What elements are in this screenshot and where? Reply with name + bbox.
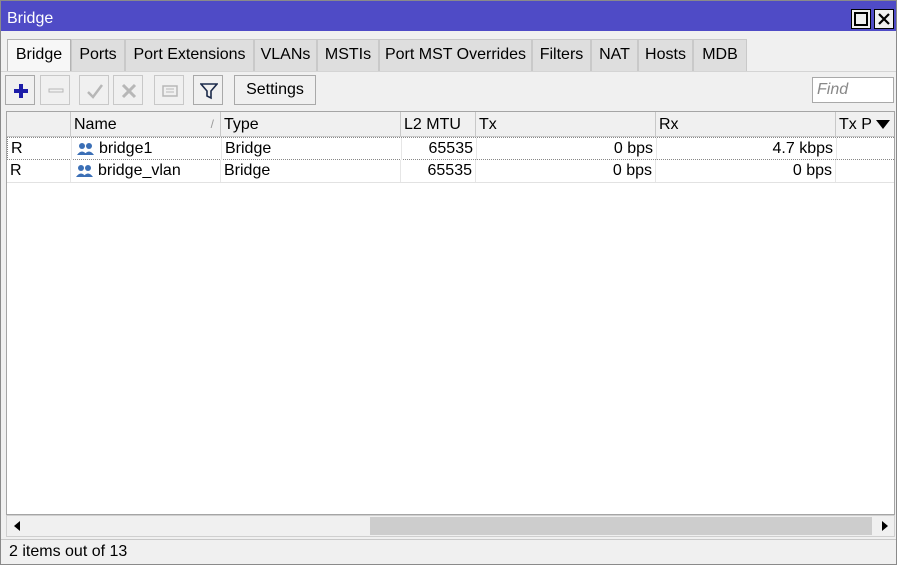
close-button[interactable]	[874, 9, 894, 29]
row-rx: 0 bps	[656, 160, 836, 182]
row-name-cell: bridge1	[72, 138, 222, 160]
row-l2mtu: 65535	[402, 138, 477, 160]
comment-icon	[162, 85, 178, 97]
tab-ports[interactable]: Ports	[71, 39, 125, 71]
remove-button[interactable]	[40, 75, 70, 105]
column-tx-packets[interactable]: Tx Pa	[836, 112, 872, 137]
dropdown-arrow-icon	[876, 120, 890, 129]
window-title: Bridge	[7, 10, 54, 27]
bridge-window: Bridge Bridge Ports Port Extensions VLAN…	[0, 0, 897, 565]
row-flag: R	[7, 160, 71, 182]
column-name[interactable]: Name /	[71, 112, 221, 137]
column-l2mtu[interactable]: L2 MTU	[401, 112, 476, 137]
table-row[interactable]: R bridge1 Bridge 65535 0 bps 4.7 kbps	[7, 137, 894, 160]
tab-mdb[interactable]: MDB	[693, 39, 747, 71]
add-icon	[14, 84, 28, 98]
row-type: Bridge	[222, 138, 402, 160]
bridge-table: Name / Type L2 MTU Tx Rx Tx Pa R bridge1…	[6, 111, 895, 515]
column-rx[interactable]: Rx	[656, 112, 836, 137]
comment-button[interactable]	[154, 75, 184, 105]
bridge-icon	[77, 143, 94, 155]
enable-button[interactable]	[79, 75, 109, 105]
toolbar: Settings Find	[1, 71, 896, 111]
disable-button[interactable]	[113, 75, 143, 105]
row-rx: 4.7 kbps	[657, 138, 837, 160]
scroll-left-icon[interactable]	[10, 518, 26, 534]
tab-nat[interactable]: NAT	[591, 39, 638, 71]
remove-icon	[48, 88, 64, 93]
tab-port-mst-overrides[interactable]: Port MST Overrides	[379, 39, 532, 71]
maximize-icon	[854, 12, 868, 26]
table-row[interactable]: R bridge_vlan Bridge 65535 0 bps 0 bps	[7, 160, 894, 183]
tab-filters[interactable]: Filters	[532, 39, 591, 71]
scroll-right-icon[interactable]	[876, 518, 892, 534]
tab-vlans[interactable]: VLANs	[254, 39, 317, 71]
row-flag: R	[8, 138, 72, 160]
checkmark-icon	[87, 84, 103, 99]
row-tx: 0 bps	[477, 138, 657, 160]
scrollbar-thumb[interactable]	[370, 517, 872, 535]
row-name-cell: bridge_vlan	[71, 160, 221, 182]
tab-port-extensions[interactable]: Port Extensions	[125, 39, 254, 71]
row-l2mtu: 65535	[401, 160, 476, 182]
status-bar: 2 items out of 13	[1, 539, 896, 564]
column-tx[interactable]: Tx	[476, 112, 656, 137]
find-input[interactable]: Find	[812, 77, 894, 103]
bridge-icon	[76, 165, 93, 177]
filter-button[interactable]	[193, 75, 223, 105]
maximize-button[interactable]	[851, 9, 871, 29]
row-tx: 0 bps	[476, 160, 656, 182]
close-icon	[878, 13, 890, 25]
tab-hosts[interactable]: Hosts	[638, 39, 693, 71]
disable-x-icon	[121, 83, 137, 99]
settings-button[interactable]: Settings	[234, 75, 316, 105]
row-name: bridge1	[99, 140, 153, 157]
tab-bridge[interactable]: Bridge	[7, 39, 71, 72]
column-type[interactable]: Type	[221, 112, 401, 137]
tab-mstis[interactable]: MSTIs	[317, 39, 379, 71]
title-bar[interactable]: Bridge	[1, 1, 896, 31]
row-type: Bridge	[221, 160, 401, 182]
add-button[interactable]	[5, 75, 35, 105]
column-name-label: Name	[74, 116, 117, 133]
column-flag[interactable]	[7, 112, 71, 137]
column-menu-button[interactable]	[872, 112, 894, 137]
sort-indicator: /	[210, 117, 214, 131]
table-header: Name / Type L2 MTU Tx Rx Tx Pa	[7, 112, 894, 137]
horizontal-scrollbar[interactable]	[6, 515, 895, 537]
filter-icon	[200, 83, 218, 100]
row-name: bridge_vlan	[98, 162, 181, 179]
